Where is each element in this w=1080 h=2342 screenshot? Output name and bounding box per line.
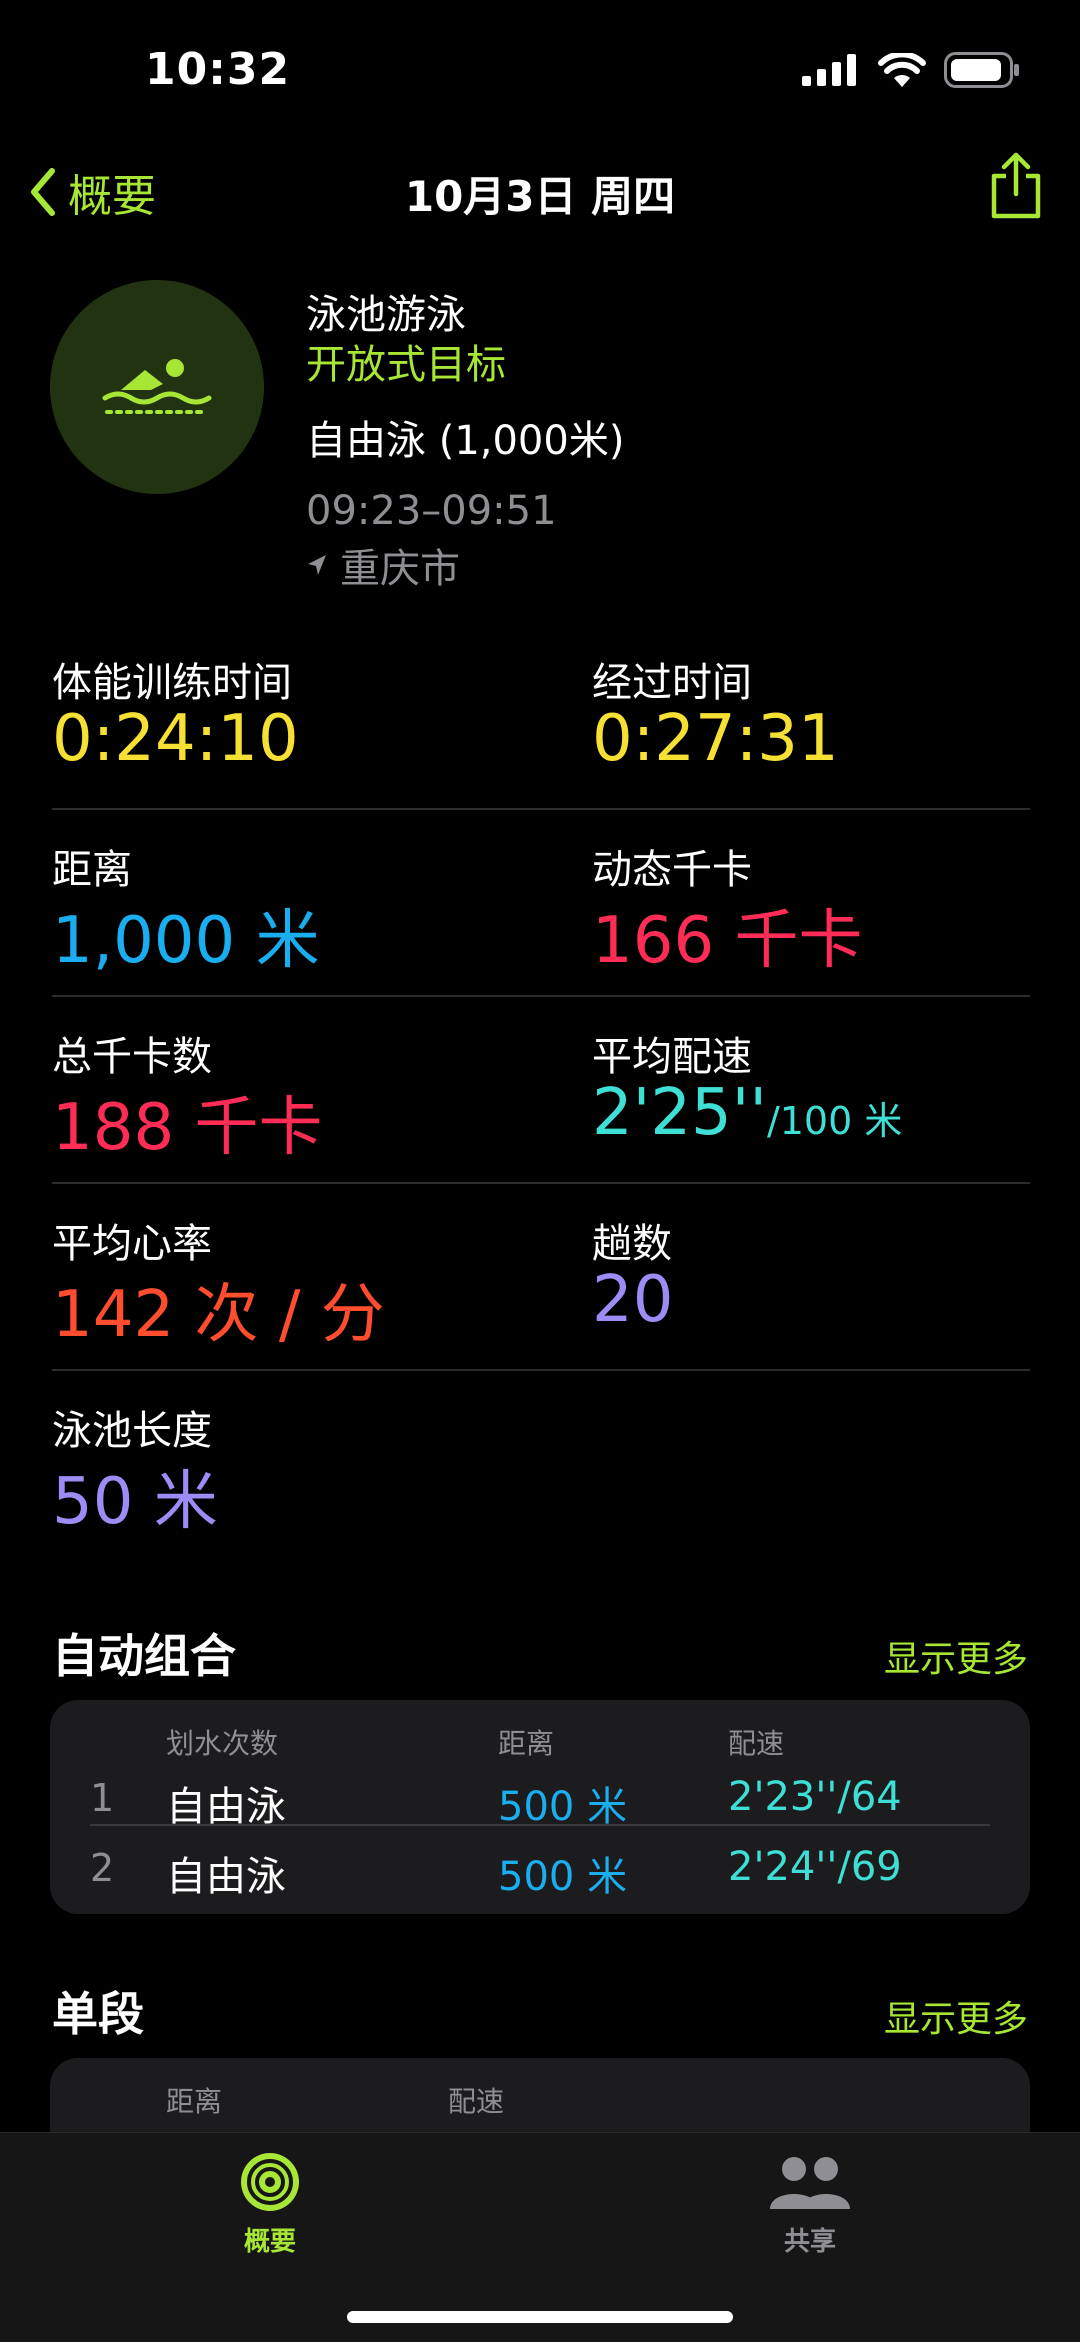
strokes-header: 划水次数 xyxy=(166,1727,279,1760)
tab-sharing-label: 共享 xyxy=(783,2227,836,2257)
auto-sets-title: 自动组合 xyxy=(52,1629,236,1683)
workout-time-label: 体能训练时间 xyxy=(52,660,292,706)
avg-heart-rate-label: 平均心率 xyxy=(52,1221,212,1267)
status-icons xyxy=(802,50,1020,90)
tab-summary[interactable]: 概要 xyxy=(200,2151,340,2258)
active-kcal-value: 166 千卡 xyxy=(592,904,863,978)
workout-goal: 开放式目标 xyxy=(306,342,506,388)
elapsed-time-label: 经过时间 xyxy=(592,660,752,706)
workout-stroke-style: 自由泳 (1,000米) xyxy=(306,418,625,464)
workout-time-range: 09:23–09:51 xyxy=(306,488,557,534)
workout-type-badge xyxy=(50,280,264,494)
avg-pace-number: 2'25'' xyxy=(592,1076,767,1150)
row-index: 1 xyxy=(90,1776,115,1820)
workout-location: 重庆市 xyxy=(306,536,460,594)
avg-pace-value: 2'25''/100 米 xyxy=(592,1076,902,1150)
battery-icon xyxy=(944,52,1019,88)
cellular-signal-icon xyxy=(802,54,856,86)
location-arrow-icon xyxy=(308,555,326,575)
splits-pace-header: 配速 xyxy=(448,2085,505,2118)
share-icon xyxy=(991,152,1041,219)
pool-length-value: 50 米 xyxy=(52,1465,218,1539)
splits-distance-header: 距离 xyxy=(166,2085,223,2118)
laps-label: 趟数 xyxy=(592,1221,672,1267)
distance-value: 1,000 米 xyxy=(52,904,320,978)
row-stroke: 自由泳 xyxy=(166,1854,286,1900)
total-kcal-label: 总千卡数 xyxy=(52,1034,212,1080)
divider xyxy=(52,995,1030,997)
divider xyxy=(52,1182,1030,1184)
auto-sets-card: 划水次数 距离 配速 1 自由泳 500 米 2'23''/64 2 自由泳 5… xyxy=(50,1700,1030,1914)
pace-header: 配速 xyxy=(728,1727,785,1760)
distance-label: 距离 xyxy=(52,847,132,893)
share-button[interactable] xyxy=(988,152,1044,224)
splits-show-more[interactable]: 显示更多 xyxy=(884,1990,1028,2042)
row-distance: 500 米 xyxy=(498,1854,628,1900)
divider xyxy=(52,808,1030,810)
elapsed-time-value: 0:27:31 xyxy=(592,702,839,776)
splits-title: 单段 xyxy=(52,1987,144,2041)
distance-header: 距离 xyxy=(498,1727,555,1760)
row-pace: 2'23''/64 xyxy=(728,1774,902,1820)
row-index: 2 xyxy=(90,1846,115,1890)
avg-heart-rate-value: 142 次 / 分 xyxy=(52,1278,385,1352)
active-kcal-label: 动态千卡 xyxy=(592,847,752,893)
laps-value: 20 xyxy=(592,1263,674,1337)
workout-time-value: 0:24:10 xyxy=(52,702,299,776)
tab-sharing[interactable]: 共享 xyxy=(740,2151,880,2258)
divider xyxy=(52,1369,1030,1371)
pool-length-label: 泳池长度 xyxy=(52,1408,212,1454)
row-pace: 2'24''/69 xyxy=(728,1844,902,1890)
status-time: 10:32 xyxy=(145,44,291,95)
tab-summary-label: 概要 xyxy=(243,2227,296,2257)
home-indicator xyxy=(347,2311,733,2323)
avg-pace-unit: /100 米 xyxy=(766,1099,903,1143)
swimmer-icon xyxy=(102,359,212,414)
auto-sets-show-more[interactable]: 显示更多 xyxy=(884,1630,1028,1682)
people-icon xyxy=(770,2157,850,2209)
wifi-icon xyxy=(878,53,926,87)
location-label: 重庆市 xyxy=(340,546,460,592)
page-title: 10月3日 周四 xyxy=(404,172,676,221)
row-divider xyxy=(90,1824,990,1826)
table-row: 2 自由泳 500 米 2'24''/69 xyxy=(50,1836,1030,1904)
total-kcal-value: 188 千卡 xyxy=(52,1091,323,1165)
activity-rings-icon xyxy=(241,2153,299,2211)
avg-pace-label: 平均配速 xyxy=(592,1034,752,1080)
